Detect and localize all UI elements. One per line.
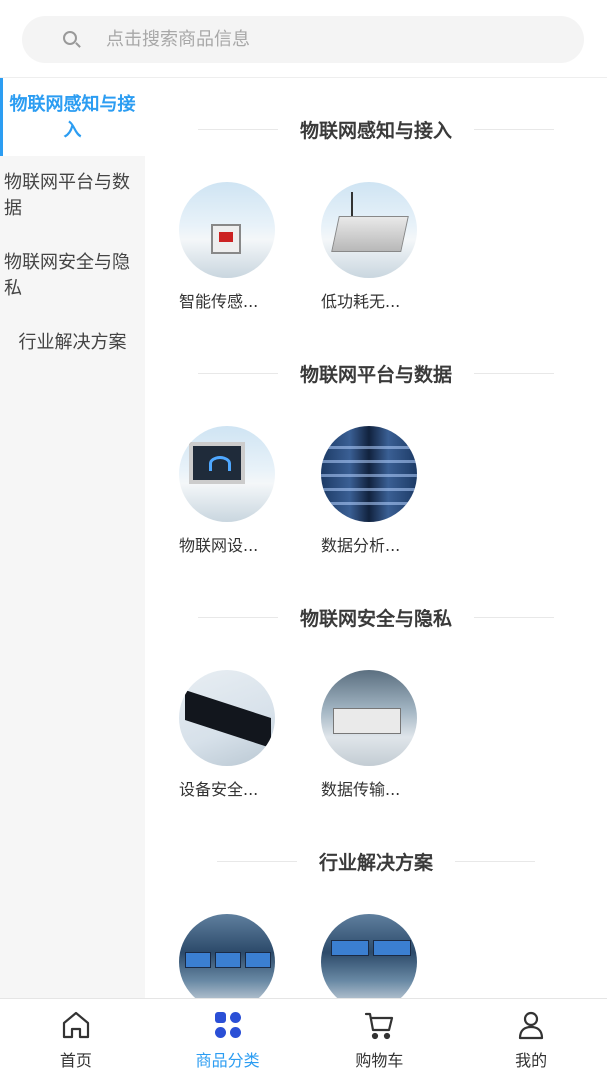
product-image bbox=[321, 670, 417, 766]
home-icon bbox=[62, 1011, 89, 1039]
search-input[interactable] bbox=[106, 29, 526, 50]
divider bbox=[197, 616, 278, 618]
section-title-text: 物联网平台与数据 bbox=[299, 363, 452, 386]
section-title-text: 物联网感知与接入 bbox=[299, 119, 452, 142]
sidebar-item-label: 行业解决方案 bbox=[18, 332, 127, 353]
divider bbox=[474, 128, 554, 130]
product-name: 数据传输... bbox=[321, 780, 401, 799]
product-image bbox=[179, 670, 275, 766]
category-content: 物联网感知与接入 智能传感... 低功耗无... 物联网平台与数据 物联网设..… bbox=[145, 78, 607, 998]
product-item[interactable]: 数据分析... bbox=[321, 426, 421, 556]
sidebar-item-label: 物联网感知与接入 bbox=[9, 94, 136, 141]
product-image bbox=[321, 426, 417, 522]
product-item[interactable]: 设备安全... bbox=[179, 670, 279, 800]
category-icon bbox=[214, 1012, 241, 1038]
section-title: 行业解决方案 bbox=[145, 846, 607, 876]
product-image bbox=[179, 426, 275, 522]
tab-label: 商品分类 bbox=[195, 1051, 260, 1070]
product-image bbox=[321, 914, 417, 998]
product-item[interactable] bbox=[179, 914, 279, 998]
product-image bbox=[179, 914, 275, 998]
tab-category[interactable]: 商品分类 bbox=[152, 999, 304, 1080]
search-bar[interactable] bbox=[22, 16, 584, 63]
section-title-text: 行业解决方案 bbox=[318, 851, 433, 874]
product-item[interactable]: 数据传输... bbox=[321, 670, 421, 800]
divider bbox=[216, 860, 297, 862]
tab-label: 我的 bbox=[515, 1051, 548, 1070]
product-item[interactable] bbox=[321, 914, 421, 998]
sidebar-item-solutions[interactable]: 行业解决方案 bbox=[0, 316, 145, 396]
section-title-text: 物联网安全与隐私 bbox=[299, 607, 452, 630]
sidebar-item-label: 物联网安全与隐私 bbox=[4, 252, 130, 299]
tab-mine[interactable]: 我的 bbox=[455, 999, 607, 1080]
search-header bbox=[0, 0, 607, 78]
section-title: 物联网平台与数据 bbox=[145, 358, 607, 388]
product-name: 设备安全... bbox=[179, 780, 259, 799]
product-item[interactable]: 智能传感... bbox=[179, 182, 279, 312]
product-image bbox=[321, 182, 417, 278]
product-name: 数据分析... bbox=[321, 536, 401, 555]
category-sidebar: 物联网感知与接入 物联网平台与数据 物联网安全与隐私 行业解决方案 bbox=[0, 78, 145, 998]
section-title: 物联网感知与接入 bbox=[145, 114, 607, 144]
sidebar-item-platform[interactable]: 物联网平台与数据 bbox=[0, 156, 145, 236]
product-item[interactable]: 物联网设... bbox=[179, 426, 279, 556]
divider bbox=[474, 372, 554, 374]
divider bbox=[197, 372, 278, 374]
sidebar-item-label: 物联网平台与数据 bbox=[4, 172, 130, 219]
tab-label: 首页 bbox=[59, 1051, 92, 1070]
search-icon bbox=[62, 30, 82, 50]
bottom-tabbar: 首页 商品分类 购物车 我的 bbox=[0, 998, 607, 1080]
tab-cart[interactable]: 购物车 bbox=[304, 999, 456, 1080]
tab-home[interactable]: 首页 bbox=[0, 999, 152, 1080]
user-icon bbox=[519, 1011, 544, 1040]
tab-label: 购物车 bbox=[355, 1051, 404, 1070]
divider bbox=[455, 860, 535, 862]
section-title: 物联网安全与隐私 bbox=[145, 602, 607, 632]
divider bbox=[474, 616, 554, 618]
divider bbox=[197, 128, 278, 130]
product-name: 物联网设... bbox=[179, 536, 259, 555]
sidebar-item-perception[interactable]: 物联网感知与接入 bbox=[0, 78, 145, 156]
cart-icon bbox=[365, 1012, 394, 1040]
product-image bbox=[179, 182, 275, 278]
product-name: 智能传感... bbox=[179, 292, 259, 311]
sidebar-item-security[interactable]: 物联网安全与隐私 bbox=[0, 236, 145, 316]
product-item[interactable]: 低功耗无... bbox=[321, 182, 421, 312]
product-name: 低功耗无... bbox=[321, 292, 401, 311]
